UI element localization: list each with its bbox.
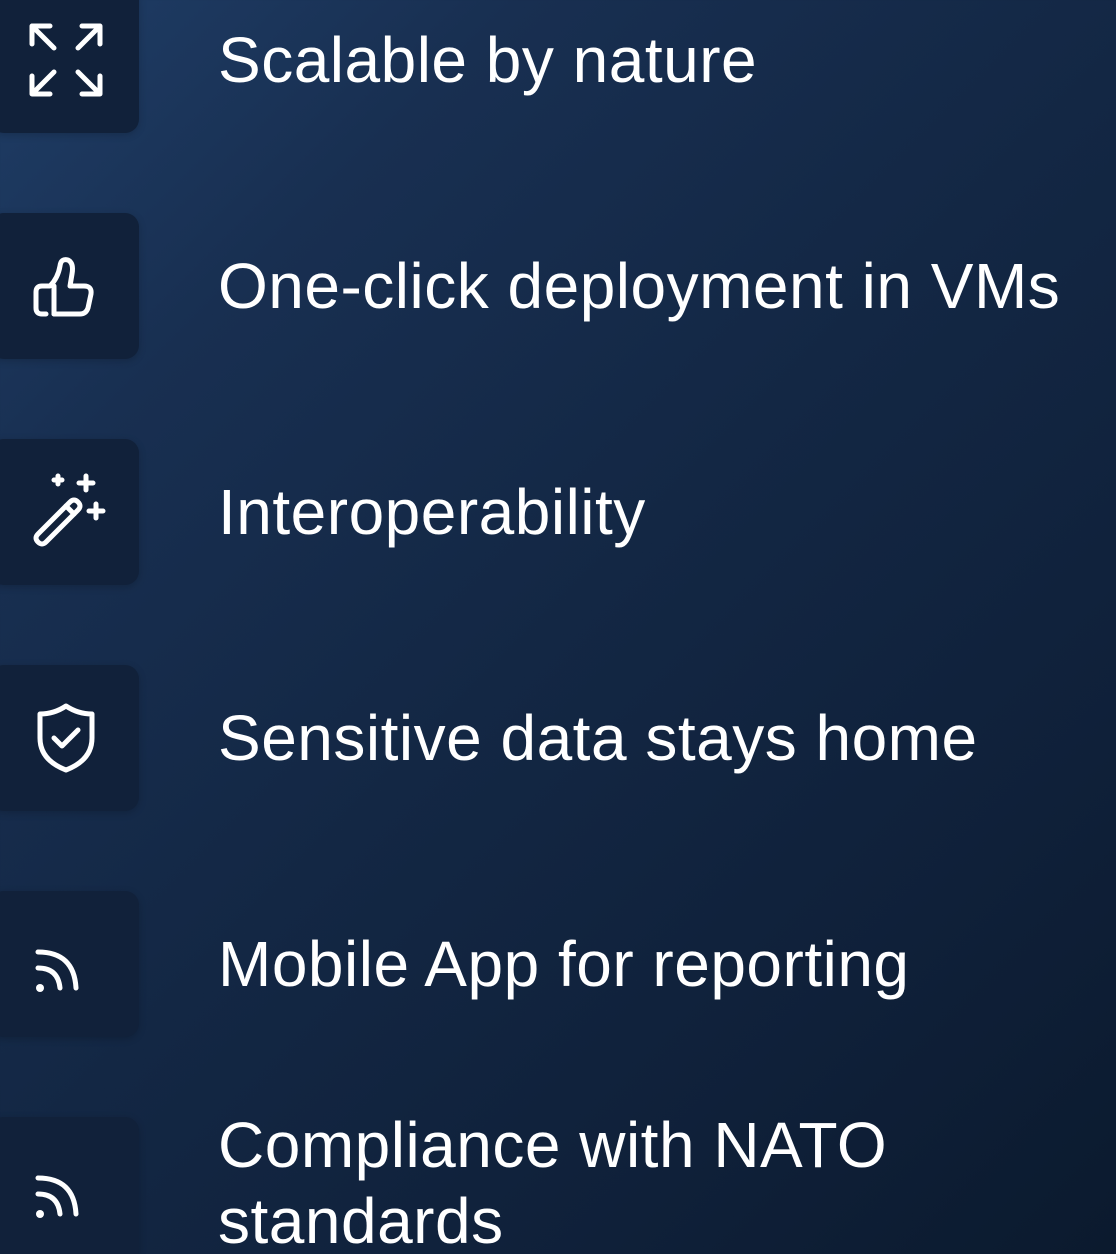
icon-box	[0, 1117, 139, 1254]
feature-label: Scalable by nature	[218, 24, 758, 96]
magic-wand-icon	[33, 473, 106, 547]
feature-item-nato-compliance: Compliance with NATO standards	[0, 1109, 1116, 1254]
feature-list: Scalable by nature One-click deployment …	[0, 0, 1116, 1254]
icon-box	[0, 213, 139, 359]
feature-item-scalable: Scalable by nature	[0, 0, 1116, 133]
arrows-expand-icon	[29, 23, 103, 97]
rss-icon	[35, 949, 79, 992]
icon-box	[0, 891, 139, 1037]
feature-item-sensitive-data: Sensitive data stays home	[0, 665, 1116, 811]
feature-item-mobile-app: Mobile App for reporting	[0, 891, 1116, 1037]
feature-label: Compliance with NATO standards	[218, 1109, 888, 1254]
icon-box	[0, 0, 139, 133]
feature-label: One-click deployment in VMs	[218, 250, 1061, 322]
shield-check-icon	[37, 703, 95, 773]
icon-box	[0, 665, 139, 811]
feature-label: Mobile App for reporting	[218, 928, 910, 1000]
feature-item-interoperability: Interoperability	[0, 439, 1116, 585]
feature-item-deployment: One-click deployment in VMs	[0, 213, 1116, 359]
feature-label: Sensitive data stays home	[218, 702, 978, 774]
icon-box	[0, 439, 139, 585]
rss-icon	[35, 1175, 79, 1218]
thumbs-up-icon	[33, 257, 94, 317]
feature-label: Interoperability	[218, 476, 646, 548]
